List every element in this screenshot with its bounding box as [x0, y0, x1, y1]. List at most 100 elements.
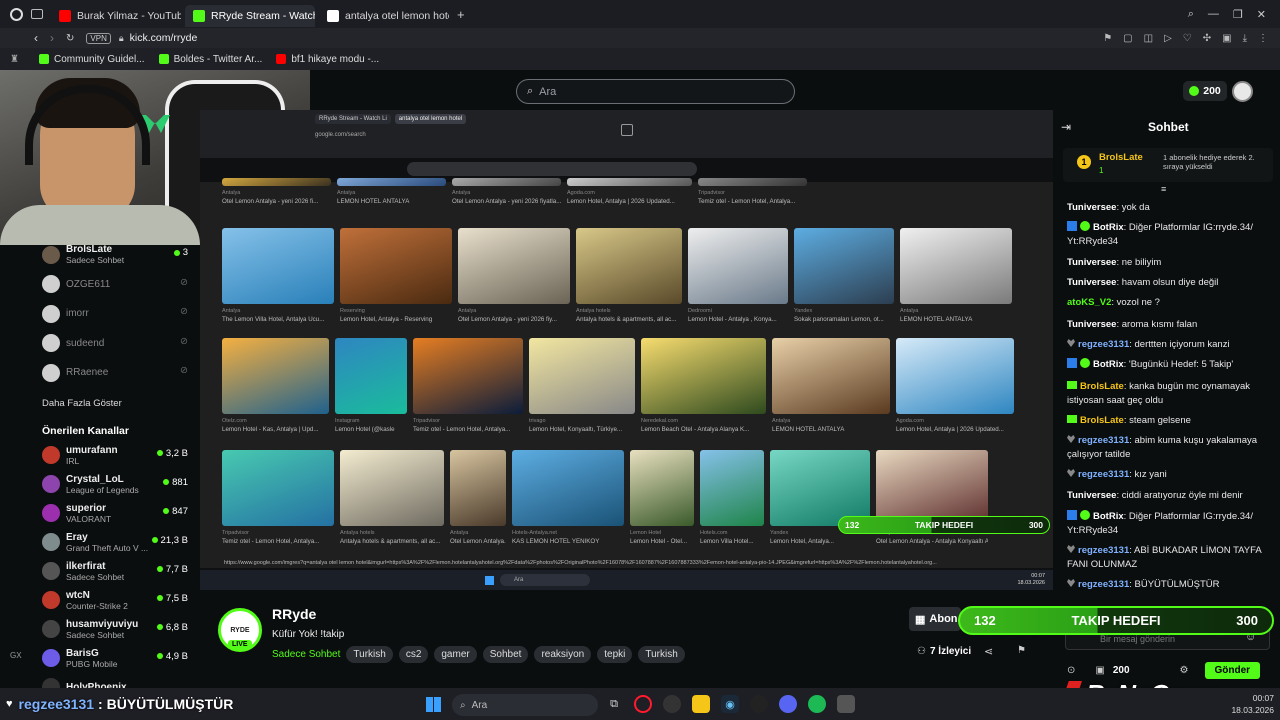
- stream-tag[interactable]: Turkish: [346, 646, 393, 663]
- extensions-icon[interactable]: ✣: [1203, 33, 1211, 44]
- heart-icon[interactable]: ♡: [1183, 33, 1192, 44]
- calculator-icon[interactable]: [837, 695, 855, 713]
- chat-username[interactable]: regzee3131: [1078, 579, 1129, 590]
- image-result[interactable]: Antalya hotels Antalya hotels & apartment…: [576, 228, 682, 330]
- stream-tag[interactable]: cs2: [398, 646, 429, 663]
- image-result[interactable]: Antalya LEMON HOTEL ANTALYA: [900, 228, 1012, 330]
- minimize-button[interactable]: —: [1208, 8, 1219, 21]
- recommended-channel[interactable]: husamviyuviyu Sadece Sohbet 6,8 B: [30, 615, 200, 644]
- chat-username[interactable]: Tuniversee: [1067, 257, 1116, 268]
- recommended-channel[interactable]: ilkerfirat Sadece Sohbet 7,7 B: [30, 557, 200, 586]
- image-result[interactable]: Tripadvisor Temiz otel - Lemon Hotel, Ant…: [698, 178, 807, 212]
- image-result[interactable]: Antalya Otel Lemon Antalya - yeni 2026 fi…: [222, 178, 331, 212]
- image-result[interactable]: Antalya hotels Antalya hotels & apartment…: [340, 450, 444, 552]
- category-link[interactable]: Sadece Sohbet: [272, 649, 340, 660]
- url-field[interactable]: kick.com/rryde: [130, 32, 198, 44]
- opera-icon[interactable]: [634, 695, 652, 713]
- maximize-button[interactable]: ❐: [1233, 8, 1243, 21]
- points-badge[interactable]: 200: [1183, 81, 1227, 101]
- chat-collapse-icon[interactable]: ⇥: [1061, 120, 1071, 134]
- image-result[interactable]: Agoda.com Lemon Hotel, Antalya | 2026 Upd…: [896, 338, 1014, 440]
- recommended-channel[interactable]: Crystal_LoL League of Legends 881: [30, 470, 200, 499]
- task-view-icon[interactable]: ⧉: [605, 695, 623, 713]
- windows-start-icon[interactable]: [426, 697, 441, 712]
- opera-logo-icon[interactable]: [10, 7, 23, 21]
- chat-username[interactable]: Tuniversee: [1067, 277, 1116, 288]
- image-result[interactable]: Yandex Sokak panoramaları Lemon, ot...: [794, 228, 894, 330]
- chat-username[interactable]: BrolsLate: [1080, 415, 1124, 426]
- forward-icon[interactable]: ›: [50, 31, 54, 45]
- image-result[interactable]: Antalya Otel Lemon Antalya - yeni 2026 fi…: [452, 178, 561, 212]
- sidebar-collapse-icon[interactable]: GX: [10, 651, 22, 660]
- taskbar-search[interactable]: ⌕ Ara: [452, 694, 598, 716]
- chat-username[interactable]: Tuniversee: [1067, 202, 1116, 213]
- workspace-icon[interactable]: [31, 9, 43, 19]
- discord-icon[interactable]: [779, 695, 797, 713]
- spotify-icon[interactable]: [808, 695, 826, 713]
- image-result[interactable]: Reserving Lemon Hotel, Antalya - Reservin…: [340, 228, 452, 330]
- recommended-channel[interactable]: Eray Grand Theft Auto V ... 21,3 B: [30, 528, 200, 557]
- browser-tab[interactable]: Burak Yilmaz - YouTube✕: [51, 5, 181, 27]
- recommended-channel[interactable]: BarisG PUBG Mobile 4,9 B: [30, 644, 200, 673]
- chat-username[interactable]: BotRix: [1093, 359, 1124, 370]
- user-avatar[interactable]: [1232, 81, 1253, 102]
- snapshot-icon[interactable]: ▢: [1123, 33, 1132, 44]
- chat-username[interactable]: Tuniversee: [1067, 319, 1116, 330]
- download-icon[interactable]: ⤓: [1243, 33, 1247, 44]
- reload-icon[interactable]: ↻: [66, 33, 74, 44]
- app-dark-icon[interactable]: [663, 695, 681, 713]
- chat-username[interactable]: BotRix: [1093, 222, 1124, 233]
- sidebar-toggle-icon[interactable]: ♜: [10, 54, 19, 65]
- image-result[interactable]: Antalya LEMON HOTEL ANTALYA: [772, 338, 890, 440]
- stream-tag[interactable]: gamer: [434, 646, 477, 663]
- browser-tab[interactable]: antalya otel lemon hotel -✕: [319, 5, 449, 27]
- recommended-channel[interactable]: superior VALORANT 847: [30, 499, 200, 528]
- game-icon[interactable]: [750, 695, 768, 713]
- sidebar-channel[interactable]: OZGE611 ⊘: [30, 270, 200, 300]
- menu-icon[interactable]: ⋮: [1258, 33, 1268, 44]
- chat-username[interactable]: regzee3131: [1078, 469, 1129, 480]
- channel-name[interactable]: RRyde: [272, 606, 316, 622]
- stream-tag[interactable]: tepki: [597, 646, 633, 663]
- image-result[interactable]: Antalya LEMON HOTEL ANTALYA: [337, 178, 446, 212]
- file-explorer-icon[interactable]: [692, 695, 710, 713]
- image-result[interactable]: trivago Lemon Hotel, Konyaaltı, Türkiye..…: [529, 338, 635, 440]
- image-result[interactable]: Yandex Lemon Hotel, Antalya...: [770, 450, 870, 552]
- bookmark-icon[interactable]: ⚑: [1103, 33, 1112, 44]
- close-window-button[interactable]: ✕: [1257, 8, 1266, 21]
- image-result[interactable]: Tripadvisor Temiz otel - Lemon Hotel, Ant…: [222, 450, 334, 552]
- recommended-channel[interactable]: wtcN Counter-Strike 2 7,5 B: [30, 586, 200, 615]
- image-result[interactable]: Antalya Otel Lemon Antalya...: [450, 450, 506, 552]
- chat-username[interactable]: regzee3131: [1078, 339, 1129, 350]
- sidebar-channel[interactable]: imorr ⊘: [30, 299, 200, 329]
- bookmark-item[interactable]: bf1 hikaye modu -...: [276, 54, 379, 65]
- chat-username[interactable]: atoKS_V2: [1067, 297, 1111, 308]
- camera-icon[interactable]: ◫: [1144, 33, 1153, 44]
- bookmark-item[interactable]: Community Guidel...: [38, 54, 145, 65]
- image-result[interactable]: Antalya Otel Lemon Antalya - yeni 2026 fi…: [458, 228, 570, 330]
- vpn-badge[interactable]: VPN: [86, 32, 111, 44]
- play-icon[interactable]: ▷: [1164, 33, 1172, 44]
- image-result[interactable]: Otelz.com Lemon Hotel - Kas, Antalya | Up…: [222, 338, 329, 440]
- steam-icon[interactable]: ◉: [721, 695, 739, 713]
- sidebar-channel[interactable]: sudeend ⊘: [30, 329, 200, 359]
- image-result[interactable]: Antalya The Lemon Villa Hotel, Antalya Uc…: [222, 228, 334, 330]
- image-result[interactable]: Agoda.com Lemon Hotel, Antalya | 2026 Upd…: [567, 178, 692, 212]
- back-icon[interactable]: ‹: [34, 31, 38, 45]
- image-result[interactable]: Tripadvisor Temiz otel - Lemon Hotel, Ant…: [413, 338, 523, 440]
- new-tab-button[interactable]: +: [457, 7, 465, 22]
- recommended-channel[interactable]: umurafann IRL 3,2 B: [30, 441, 200, 470]
- share-icon[interactable]: ⋖: [984, 645, 993, 658]
- stream-tag[interactable]: reaksiyon: [534, 646, 592, 663]
- pinned-user[interactable]: BrolsLate: [1099, 152, 1143, 163]
- chat-username[interactable]: regzee3131: [1078, 545, 1129, 556]
- chat-username[interactable]: BrolsLate: [1080, 381, 1124, 392]
- report-icon[interactable]: ⚑: [1017, 645, 1026, 656]
- chat-settings-icon[interactable]: ⚙: [1180, 665, 1189, 676]
- image-result[interactable]: Instagram Lemon Hotel (@kasle: [335, 338, 407, 440]
- chat-username[interactable]: BotRix: [1093, 511, 1124, 522]
- image-result[interactable]: Hotels-Antalya.net KAS LEMON HOTEL YENIKO…: [512, 450, 624, 552]
- image-result[interactable]: Lemon Hotel Lemon Hotel - Otel...: [630, 450, 694, 552]
- show-more-link[interactable]: Daha Fazla Göster: [42, 398, 200, 409]
- search-tabs-icon[interactable]: ⌕: [1188, 8, 1194, 21]
